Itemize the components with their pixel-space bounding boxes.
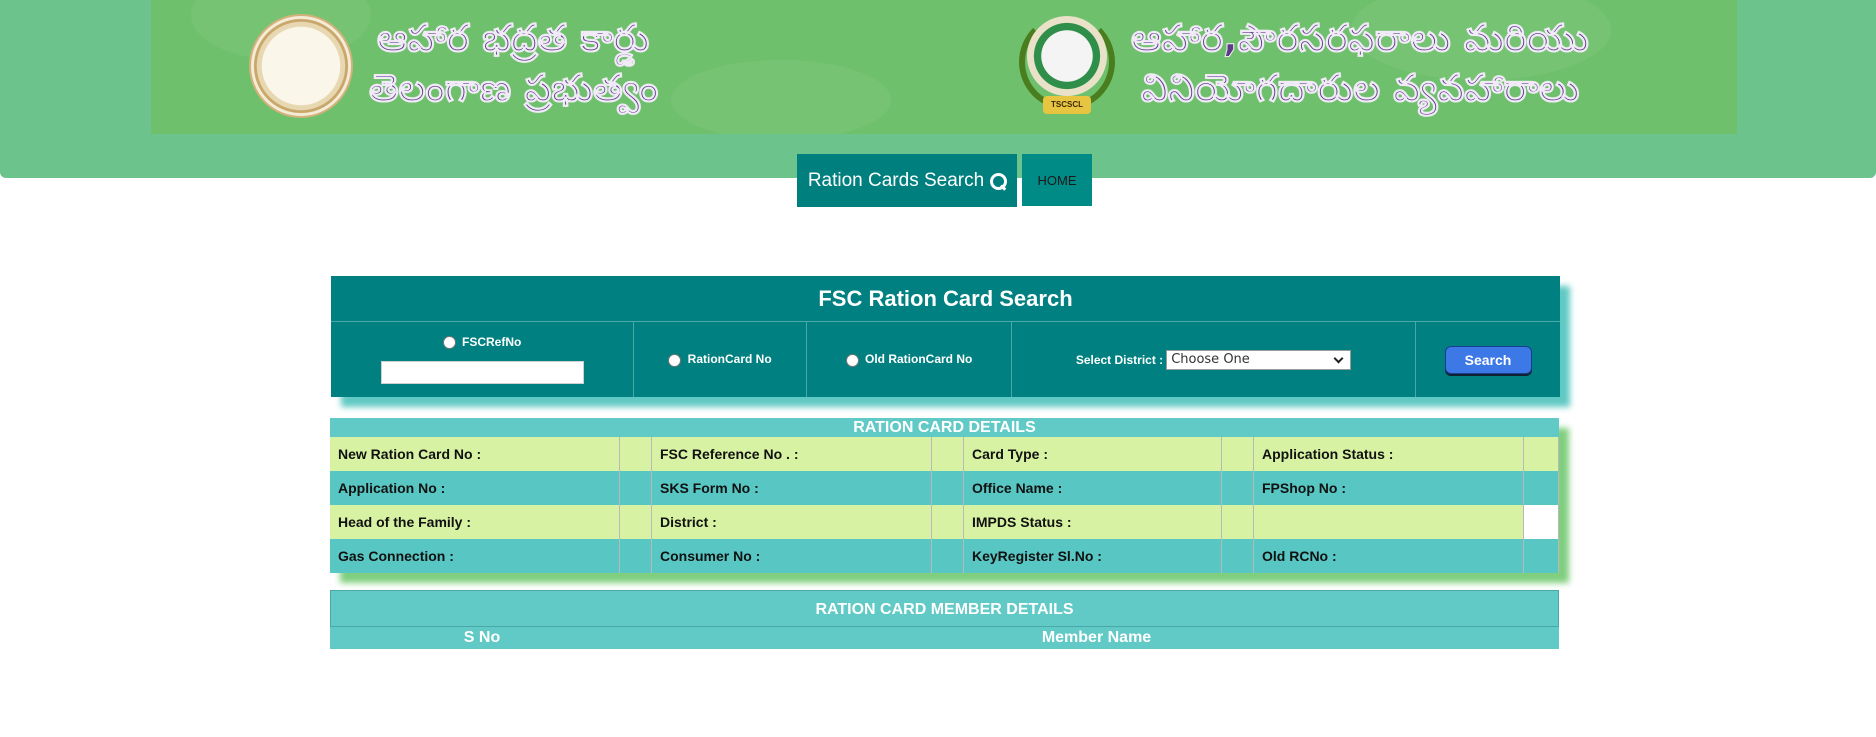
detail-value — [1222, 437, 1254, 471]
district-label: Select District : — [1075, 352, 1164, 367]
details-row: Application No : SKS Form No : Office Na… — [330, 471, 1559, 505]
fsc-ref-cell: FSCRefNo — [331, 322, 634, 397]
nav-search-label: Ration Cards Search — [807, 169, 985, 191]
district-cell: Select District : Choose One — [1012, 322, 1416, 397]
detail-value — [1524, 539, 1559, 573]
detail-label: Card Type : — [964, 437, 1222, 471]
detail-value — [932, 505, 964, 539]
chevron-down-icon — [1333, 353, 1344, 363]
member-details-title: RATION CARD MEMBER DETAILS — [330, 590, 1559, 627]
telangana-government-emblem-icon — [249, 14, 353, 118]
member-table-header: S No Member Name — [330, 627, 1559, 649]
detail-label: KeyRegister Sl.No : — [964, 539, 1222, 573]
member-details: RATION CARD MEMBER DETAILS S No Member N… — [330, 590, 1559, 649]
ration-card-details: RATION CARD DETAILS New Ration Card No :… — [330, 418, 1559, 573]
fsc-ref-input[interactable] — [380, 361, 584, 385]
details-row: New Ration Card No : FSC Reference No . … — [330, 437, 1559, 471]
details-row: Gas Connection : Consumer No : KeyRegist… — [330, 539, 1559, 573]
district-select[interactable]: Choose One — [1166, 349, 1352, 370]
search-button-cell: Search — [1416, 322, 1560, 397]
details-title: RATION CARD DETAILS — [330, 418, 1559, 437]
search-button[interactable]: Search — [1444, 345, 1532, 374]
old-ration-card-radio-label: Old RationCard No — [865, 352, 973, 367]
detail-label: District : — [652, 505, 932, 539]
old-ration-card-cell: Old RationCard No — [807, 322, 1012, 397]
detail-label: IMPDS Status : — [964, 505, 1222, 539]
detail-value — [620, 539, 652, 573]
nav-home-label: HOME — [1037, 172, 1077, 188]
detail-label: Head of the Family : — [330, 505, 620, 539]
search-panel-title: FSC Ration Card Search — [331, 276, 1560, 322]
emblem-ribbon: TSCSCL — [1043, 96, 1091, 114]
detail-label: FSC Reference No . : — [652, 437, 932, 471]
fsc-ref-radio[interactable] — [442, 336, 456, 350]
detail-label: Consumer No : — [652, 539, 932, 573]
banner-decoration — [671, 60, 891, 134]
detail-value — [1222, 505, 1254, 539]
district-selected-value: Choose One — [1171, 351, 1250, 367]
details-row: Head of the Family : District : IMPDS St… — [330, 505, 1559, 539]
detail-label: SKS Form No : — [652, 471, 932, 505]
search-panel: FSC Ration Card Search FSCRefNo RationCa… — [331, 276, 1560, 397]
detail-value — [1222, 539, 1254, 573]
home-nav-button[interactable]: HOME — [1022, 154, 1092, 206]
banner-title-right-line1: ఆహార,పౌరసరఫరాలు మరియు — [1131, 16, 1590, 61]
detail-value — [932, 539, 964, 573]
detail-label: Office Name : — [964, 471, 1222, 505]
column-header-member-name: Member Name — [1041, 629, 1152, 646]
detail-value — [620, 471, 652, 505]
old-ration-card-radio[interactable] — [845, 353, 859, 367]
detail-value — [1524, 505, 1559, 539]
ration-card-radio[interactable] — [668, 353, 682, 367]
banner-title-left-line1: ఆహార భద్రత కార్డు — [376, 16, 650, 61]
detail-value — [932, 437, 964, 471]
detail-value — [932, 471, 964, 505]
detail-label: FPShop No : — [1254, 471, 1524, 505]
detail-value — [1524, 471, 1559, 505]
detail-value — [620, 437, 652, 471]
search-row: FSCRefNo RationCard No Old RationCard No… — [331, 322, 1560, 397]
detail-value — [620, 505, 652, 539]
detail-label: Old RCNo : — [1254, 539, 1524, 573]
banner: ఆహార భద్రత కార్డు తెలంగాణ ప్రభుత్వం TSCS… — [151, 0, 1737, 134]
detail-value — [1222, 471, 1254, 505]
fsc-ref-radio-label: FSCRefNo — [462, 334, 522, 349]
emblem-ring — [1027, 16, 1107, 96]
banner-title-right-line2: వినియోగదారుల వ్యవహారాలు — [1140, 66, 1580, 111]
detail-label: New Ration Card No : — [330, 437, 620, 471]
detail-label: Gas Connection : — [330, 539, 620, 573]
detail-value — [1524, 437, 1559, 471]
column-header-sno: S No — [463, 629, 501, 646]
ration-card-radio-label: RationCard No — [687, 352, 772, 367]
detail-label: Application No : — [330, 471, 620, 505]
ration-cards-search-nav-button[interactable]: Ration Cards Search — [797, 154, 1017, 207]
banner-title-left-line2: తెలంగాణ ప్రభుత్వం — [368, 66, 659, 111]
ration-card-cell: RationCard No — [634, 322, 807, 397]
tscscl-emblem-icon: TSCSCL — [1019, 14, 1115, 118]
detail-label: Application Status : — [1254, 437, 1524, 471]
detail-label — [1254, 505, 1524, 539]
search-icon — [990, 172, 1008, 190]
